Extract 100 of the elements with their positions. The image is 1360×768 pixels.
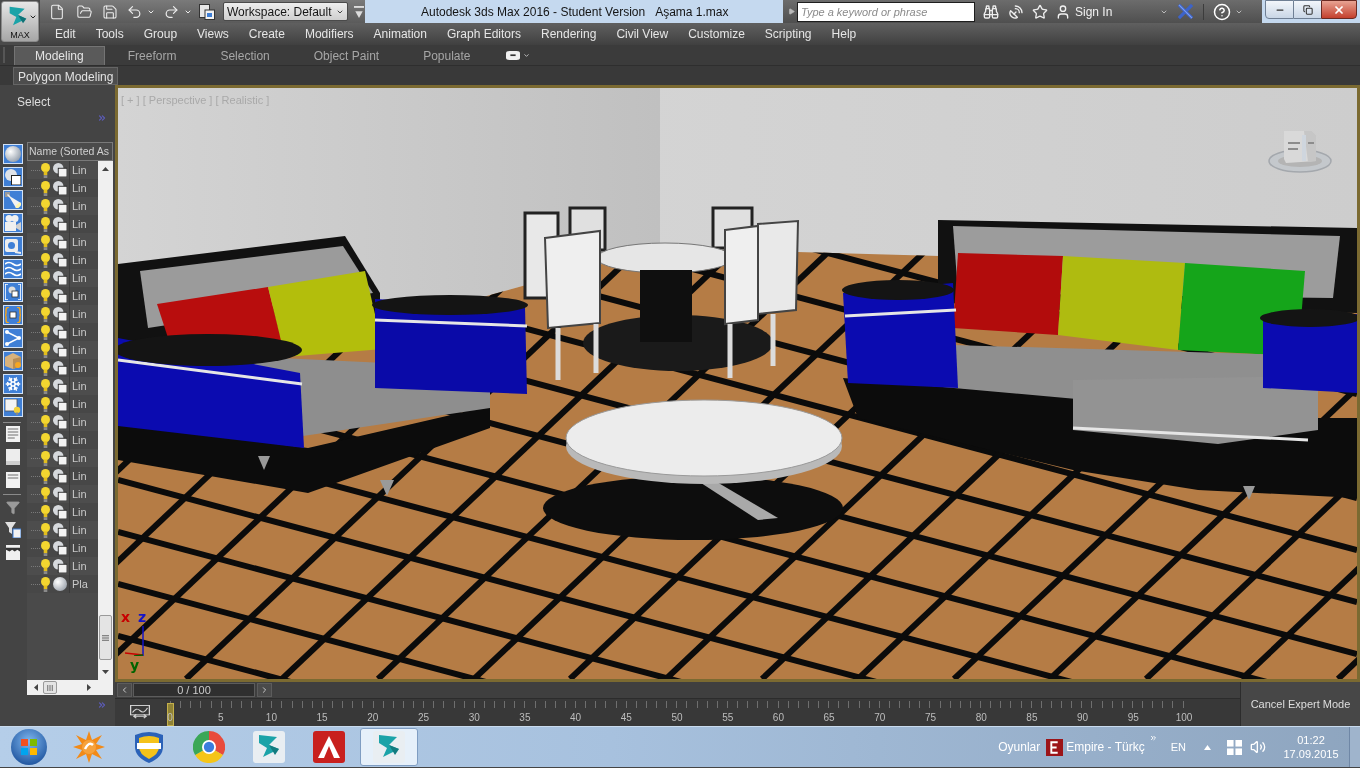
object-name[interactable]: Lin [72, 467, 87, 485]
object-name[interactable]: Lin [72, 269, 87, 287]
object-name[interactable]: Lin [72, 377, 87, 395]
object-name[interactable]: Lin [72, 251, 87, 269]
ribbon-tab[interactable]: Selection [199, 46, 291, 65]
object-name[interactable]: Lin [72, 395, 87, 413]
lightbulb-icon[interactable] [41, 378, 50, 394]
time-slider-track[interactable]: 0 / 100 [115, 682, 1240, 699]
menu-item[interactable]: Edit [45, 23, 86, 45]
app-menu-button[interactable]: MAX [1, 1, 39, 42]
close-button[interactable] [1321, 0, 1357, 19]
object-name[interactable]: Lin [72, 323, 87, 341]
lightbulb-icon[interactable] [41, 396, 50, 412]
menu-item[interactable]: Civil View [606, 23, 679, 45]
lightbulb-icon[interactable] [41, 468, 50, 484]
panel-icon[interactable] [6, 545, 20, 560]
lightbulb-icon[interactable] [41, 522, 50, 538]
filter-options-icon[interactable] [5, 522, 21, 538]
save-icon[interactable] [102, 3, 118, 20]
column-header[interactable]: Name (Sorted As [27, 142, 113, 161]
lightbulb-icon[interactable] [41, 270, 50, 286]
lightbulb-icon[interactable] [41, 252, 50, 268]
menu-item[interactable]: Help [821, 23, 867, 45]
lightbulb-icon[interactable] [41, 216, 50, 232]
menu-item[interactable]: Customize [678, 23, 755, 45]
menu-item[interactable]: Group [133, 23, 188, 45]
lightbulb-icon[interactable] [41, 558, 50, 574]
filter-toggle-button[interactable] [3, 167, 23, 187]
object-name[interactable]: Lin [72, 539, 87, 557]
object-name[interactable]: Lin [72, 287, 87, 305]
scroll-thumb[interactable] [43, 681, 57, 694]
time-slider-thumb[interactable]: 0 / 100 [133, 683, 255, 697]
filter-toggle-button[interactable] [3, 236, 23, 256]
lightbulb-icon[interactable] [41, 306, 50, 322]
lightbulb-icon[interactable] [41, 504, 50, 520]
menu-item[interactable]: Animation [363, 23, 437, 45]
object-name[interactable]: Lin [72, 161, 87, 179]
lightbulb-icon[interactable] [41, 324, 50, 340]
menu-item[interactable]: Tools [85, 23, 134, 45]
filter-toggle-button[interactable] [3, 351, 23, 371]
lightbulb-icon[interactable] [41, 432, 50, 448]
help-icon[interactable] [1213, 2, 1232, 21]
menu-item[interactable]: Create [238, 23, 295, 45]
lightbulb-icon[interactable] [41, 342, 50, 358]
lightbulb-icon[interactable] [41, 180, 50, 196]
scroll-thumb[interactable] [99, 615, 112, 660]
menu-item[interactable]: Modifiers [294, 23, 364, 45]
menu-item[interactable]: Graph Editors [436, 23, 531, 45]
object-name[interactable]: Lin [72, 215, 87, 233]
object-name[interactable]: Lin [72, 503, 87, 521]
filter-toggle-button[interactable] [3, 374, 23, 394]
workspace-dropdown[interactable]: Workspace: Default [223, 2, 348, 21]
ribbon-tab[interactable]: Freeform [106, 46, 198, 65]
search-field[interactable]: Type a keyword or phrase [797, 1, 975, 22]
filter-toggle-button[interactable] [3, 397, 23, 417]
menu-item[interactable]: Scripting [754, 23, 822, 45]
object-name[interactable]: Lin [72, 359, 87, 377]
menu-item[interactable]: Views [187, 23, 239, 45]
filter-toggle-button[interactable] [3, 305, 23, 325]
lightbulb-icon[interactable] [41, 234, 50, 250]
polygon-modeling-button[interactable]: Polygon Modeling [13, 66, 119, 85]
horizontal-scrollbar[interactable] [27, 680, 113, 695]
lightbulb-icon[interactable] [41, 450, 50, 466]
lightbulb-icon[interactable] [41, 486, 50, 502]
lightbulb-icon[interactable] [41, 198, 50, 214]
filter-toggle-button[interactable] [3, 213, 23, 233]
ribbon-tab[interactable]: Populate [402, 46, 492, 65]
expand-triangle-icon[interactable] [788, 7, 795, 16]
filter-toggle-button[interactable] [3, 282, 23, 302]
filter-toggle-button[interactable] [3, 190, 23, 210]
object-name[interactable]: Lin [72, 341, 87, 359]
object-name[interactable]: Lin [72, 557, 87, 575]
curve-editor-toggle-icon[interactable] [130, 705, 150, 720]
ribbon-tab[interactable]: Object Paint [292, 46, 401, 65]
lightbulb-icon[interactable] [41, 360, 50, 376]
open-folder-icon[interactable] [76, 3, 93, 20]
x-logo-icon[interactable] [1178, 4, 1194, 19]
filter-toggle-button[interactable] [3, 328, 23, 348]
current-frame-marker[interactable] [167, 703, 174, 726]
object-name[interactable]: Lin [72, 449, 87, 467]
object-name[interactable]: Lin [72, 485, 87, 503]
lightbulb-icon[interactable] [41, 414, 50, 430]
object-name[interactable]: Lin [72, 305, 87, 323]
lightbulb-icon[interactable] [41, 288, 50, 304]
object-name[interactable]: Lin [72, 233, 87, 251]
taskbar-app-button[interactable] [360, 728, 418, 766]
object-name[interactable]: Lin [72, 197, 87, 215]
minimize-button[interactable] [1265, 0, 1294, 19]
lightbulb-icon[interactable] [41, 162, 50, 178]
project-folder-icon[interactable] [199, 3, 215, 20]
undo-icon[interactable] [126, 3, 143, 20]
new-file-icon[interactable] [49, 3, 65, 20]
sign-in-button[interactable]: Sign In [1055, 1, 1113, 22]
filter-icon[interactable] [5, 500, 21, 515]
object-name[interactable]: Lin [72, 413, 87, 431]
object-name[interactable]: Pla [72, 575, 88, 593]
object-name[interactable]: Lin [72, 431, 87, 449]
filter-toggle-button[interactable] [3, 259, 23, 279]
satellite-dish-icon[interactable] [1008, 3, 1024, 20]
star-icon[interactable] [1032, 3, 1048, 20]
